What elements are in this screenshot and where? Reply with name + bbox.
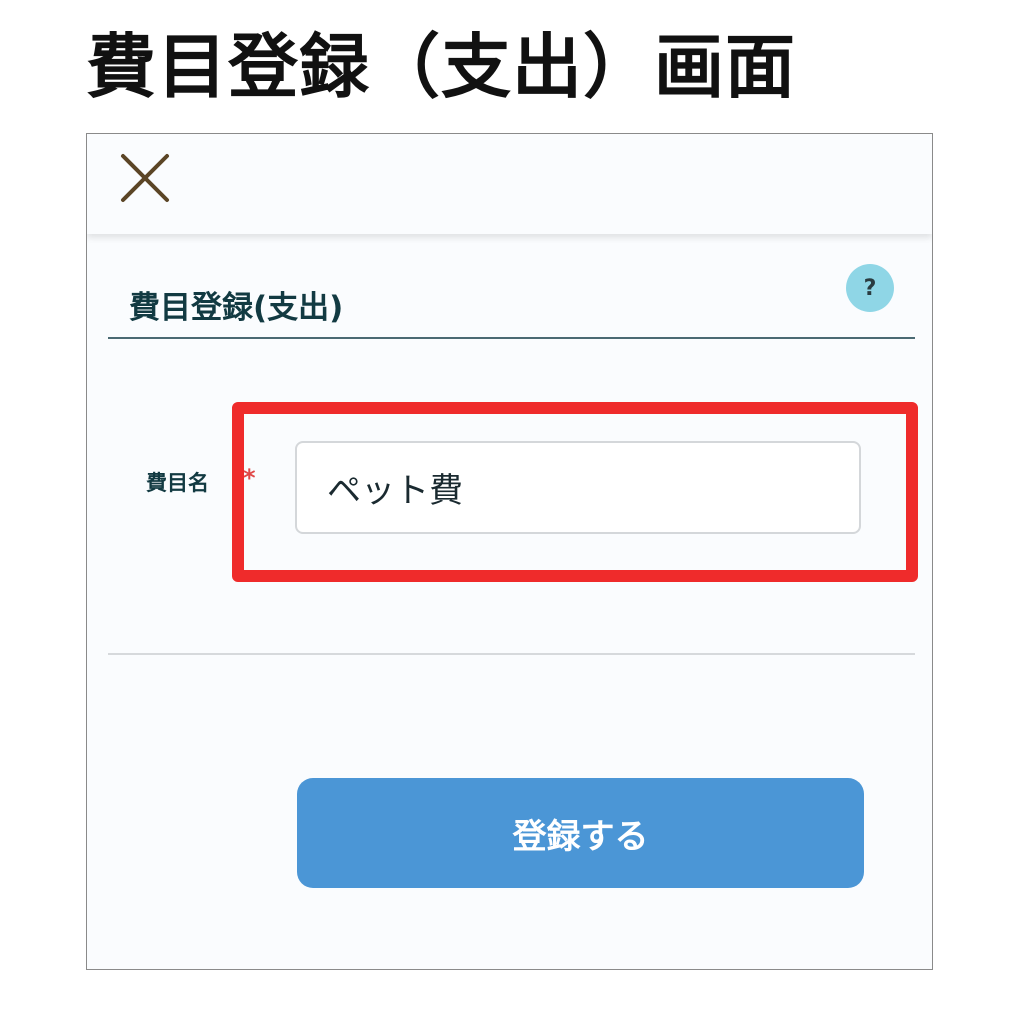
expense-registration-dialog: 費目登録(支出) ? 費目名 * 登録する: [86, 133, 933, 970]
dialog-title: 費目登録(支出): [129, 290, 344, 326]
dialog-topbar: [87, 134, 932, 234]
required-mark: *: [243, 464, 256, 492]
close-icon: [121, 154, 169, 202]
expense-name-label: 費目名: [146, 471, 209, 495]
page-title: 費目登録（支出）画面: [86, 26, 796, 108]
expense-name-input[interactable]: [295, 441, 861, 534]
divider: [108, 653, 915, 655]
register-button[interactable]: 登録する: [297, 778, 864, 888]
close-button[interactable]: [117, 150, 173, 206]
help-button[interactable]: ?: [846, 264, 894, 312]
help-icon: ?: [863, 275, 877, 301]
dialog-section-header: 費目登録(支出) ?: [108, 264, 915, 339]
